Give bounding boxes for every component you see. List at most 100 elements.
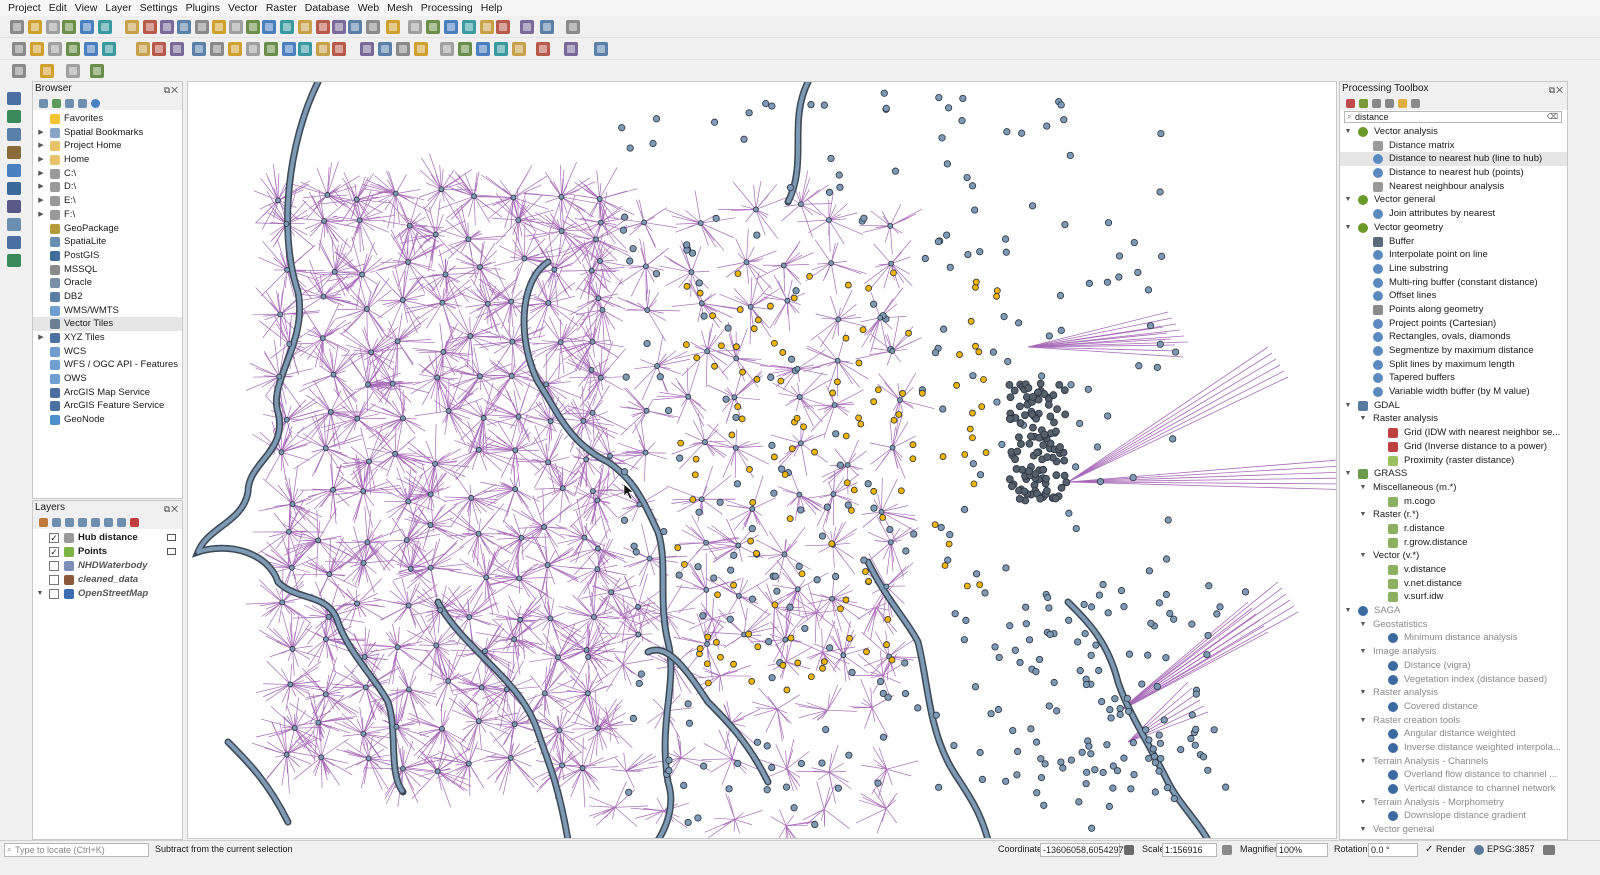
expand-arrow-icon[interactable]: ▶ (37, 139, 45, 153)
data-source-button-icon[interactable] (7, 146, 21, 159)
toolbar-button-icon[interactable] (136, 42, 150, 56)
toolbar-button-icon[interactable] (195, 20, 209, 34)
toolbar-button-icon[interactable] (440, 42, 454, 56)
toolbar-button-icon[interactable] (566, 20, 580, 34)
browser-item[interactable]: ArcGIS Map Service (33, 386, 182, 400)
toolbar-button-icon[interactable] (316, 42, 330, 56)
toolbar-button-icon[interactable] (536, 42, 550, 56)
toolbar-button-icon[interactable] (84, 42, 98, 56)
toolbar-button-icon[interactable] (30, 42, 44, 56)
layer-item[interactable]: cleaned_data (33, 573, 182, 587)
data-source-button-icon[interactable] (7, 236, 21, 249)
toolbar-button-icon[interactable] (564, 42, 578, 56)
expand-arrow-icon[interactable]: ▶ (37, 167, 45, 181)
toolbar-button-icon[interactable] (360, 42, 374, 56)
layer-item[interactable]: ✓ Hub distance (33, 531, 182, 545)
toolbar-button-icon[interactable] (80, 20, 94, 34)
toolbar-button-icon[interactable] (177, 20, 191, 34)
browser-item[interactable]: ▶ Spatial Bookmarks (33, 126, 182, 140)
toolbar-button-icon[interactable] (66, 64, 80, 78)
remove-layer-icon[interactable] (130, 517, 139, 527)
toolbar-button-icon[interactable] (332, 42, 346, 56)
toolbar-button-icon[interactable] (458, 42, 472, 56)
data-source-button-icon[interactable] (7, 200, 21, 213)
visibility-icon[interactable] (65, 517, 74, 527)
menu-project[interactable]: Project (4, 0, 45, 16)
menu-web[interactable]: Web (354, 0, 383, 16)
toolbar-button-icon[interactable] (10, 20, 24, 34)
data-source-button-icon[interactable] (7, 110, 21, 123)
toolbar-button-icon[interactable] (298, 42, 312, 56)
toolbar-button-icon[interactable] (298, 20, 312, 34)
map-render[interactable] (188, 82, 1337, 839)
toolbar-button-icon[interactable] (228, 42, 242, 56)
layer-item[interactable]: ▼ OpenStreetMap (33, 587, 182, 601)
toolbar-button-icon[interactable] (170, 42, 184, 56)
toolbar-button-icon[interactable] (102, 42, 116, 56)
toolbar-button-icon[interactable] (332, 20, 346, 34)
layer-item[interactable]: ✓ Points (33, 545, 182, 559)
toolbar-button-icon[interactable] (246, 20, 260, 34)
toolbar-button-icon[interactable] (494, 42, 508, 56)
toolbar-button-icon[interactable] (540, 20, 554, 34)
filter-legend-icon[interactable] (91, 517, 100, 527)
toolbar-button-icon[interactable] (378, 42, 392, 56)
toolbar-button-icon[interactable] (152, 42, 166, 56)
browser-item[interactable]: SpatiaLite (33, 235, 182, 249)
menu-plugins[interactable]: Plugins (182, 0, 224, 16)
toolbar-button-icon[interactable] (520, 20, 534, 34)
layer-visibility-checkbox[interactable] (49, 561, 59, 571)
toolbar-button-icon[interactable] (98, 20, 112, 34)
browser-item[interactable]: WFS / OGC API - Features (33, 358, 182, 372)
data-source-button-icon[interactable] (7, 92, 21, 105)
toolbar-button-icon[interactable] (212, 20, 226, 34)
toolbar-button-icon[interactable] (210, 42, 224, 56)
toolbar-button-icon[interactable] (348, 20, 362, 34)
browser-item[interactable]: Favorites (33, 112, 182, 126)
menu-raster[interactable]: Raster (262, 0, 301, 16)
browser-item[interactable]: ▶ C:\ (33, 167, 182, 181)
browser-item[interactable]: ▶ Home (33, 153, 182, 167)
toolbar-button-icon[interactable] (282, 42, 296, 56)
expand-arrow-icon[interactable]: ▼ (36, 587, 44, 601)
layer-visibility-checkbox[interactable] (49, 575, 59, 585)
toolbar-button-icon[interactable] (408, 20, 422, 34)
toolbar-button-icon[interactable] (366, 20, 380, 34)
toolbar-button-icon[interactable] (426, 20, 440, 34)
browser-item[interactable]: WMS/WMTS (33, 304, 182, 318)
toolbar-button-icon[interactable] (414, 42, 428, 56)
browser-item[interactable]: ▶ Project Home (33, 139, 182, 153)
toolbar-button-icon[interactable] (264, 42, 278, 56)
menu-help[interactable]: Help (477, 0, 507, 16)
expand-arrow-icon[interactable]: ▶ (37, 194, 45, 208)
expand-arrow-icon[interactable]: ▶ (37, 331, 45, 345)
filter-icon[interactable] (65, 98, 74, 108)
layer-item[interactable]: NHDWaterbody (33, 559, 182, 573)
toolbar-button-icon[interactable] (40, 64, 54, 78)
browser-item[interactable]: PostGIS (33, 249, 182, 263)
toolbar-button-icon[interactable] (512, 42, 526, 56)
toolbar-button-icon[interactable] (12, 64, 26, 78)
toolbar-button-icon[interactable] (125, 20, 139, 34)
toolbar-button-icon[interactable] (229, 20, 243, 34)
toolbar-button-icon[interactable] (143, 20, 157, 34)
layer-filter-icon[interactable] (167, 534, 176, 541)
data-source-button-icon[interactable] (7, 182, 21, 195)
browser-item[interactable]: GeoNode (33, 413, 182, 427)
toolbar-button-icon[interactable] (66, 42, 80, 56)
toolbar-button-icon[interactable] (316, 20, 330, 34)
toolbar-button-icon[interactable] (192, 42, 206, 56)
toolbar-button-icon[interactable] (476, 42, 490, 56)
browser-item[interactable]: ▶ D:\ (33, 180, 182, 194)
refresh-icon[interactable] (52, 98, 61, 108)
expand-arrow-icon[interactable]: ▶ (37, 180, 45, 194)
browser-item[interactable]: ▶ XYZ Tiles (33, 331, 182, 345)
browser-item[interactable]: ▶ E:\ (33, 194, 182, 208)
menu-settings[interactable]: Settings (136, 0, 182, 16)
toolbar-button-icon[interactable] (480, 20, 494, 34)
toolbar-button-icon[interactable] (46, 20, 60, 34)
toolbar-button-icon[interactable] (262, 20, 276, 34)
browser-item[interactable]: ArcGIS Feature Service (33, 399, 182, 413)
expand-all-icon[interactable] (104, 517, 113, 527)
browser-item[interactable]: WCS (33, 345, 182, 359)
